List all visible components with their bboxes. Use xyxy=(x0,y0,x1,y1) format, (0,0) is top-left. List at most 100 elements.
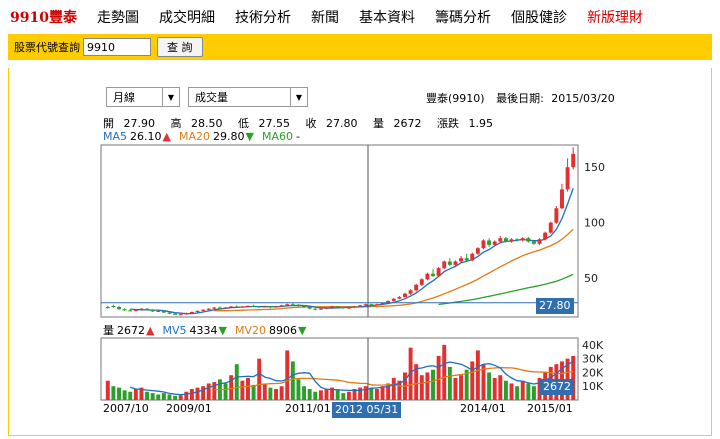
volume-axis-tick-0: 40K xyxy=(582,339,604,352)
volume-bar xyxy=(391,377,396,400)
volume-bar xyxy=(419,375,424,400)
candle-body xyxy=(548,222,553,233)
volume-axis-tick-2: 20K xyxy=(582,366,604,379)
volume-bar xyxy=(453,377,458,400)
volume-bar xyxy=(470,361,475,400)
candle-body xyxy=(531,241,536,244)
candle-body xyxy=(105,307,110,309)
volume-tag: 2672 xyxy=(540,379,574,395)
ma5-line xyxy=(130,188,574,315)
volume-bar xyxy=(206,383,211,400)
volume-bar xyxy=(475,350,480,400)
candle-body xyxy=(223,307,228,309)
candle-body xyxy=(520,238,525,241)
candle-body xyxy=(173,313,178,315)
candle-body xyxy=(475,248,480,254)
candle-body xyxy=(161,310,166,313)
candlestick-chart[interactable]: 150 100 50 40K30K20K10K xyxy=(0,0,720,439)
volume-bar xyxy=(520,380,525,400)
candle-body xyxy=(560,189,564,209)
candle-body xyxy=(290,304,295,306)
volume-bar xyxy=(509,383,514,400)
volume-bar xyxy=(341,393,346,400)
volume-bar xyxy=(307,388,312,400)
volume-bar xyxy=(459,375,464,400)
candle-body xyxy=(408,290,413,294)
candle-body xyxy=(234,306,239,308)
candle-body xyxy=(419,279,424,285)
volume-bar xyxy=(257,358,262,400)
candle-body xyxy=(150,309,155,312)
candle-body xyxy=(251,305,256,307)
volume-bar xyxy=(234,364,239,400)
candle-body xyxy=(201,309,206,311)
volume-bar xyxy=(302,386,307,400)
candle-body xyxy=(341,307,346,309)
volume-bar xyxy=(380,386,385,400)
volume-bar xyxy=(111,386,116,400)
volume-bar xyxy=(447,366,452,400)
volume-bar xyxy=(318,390,323,400)
x-label-3: 2014/01 xyxy=(460,402,506,415)
candle-body xyxy=(492,241,497,245)
volume-bar xyxy=(363,386,368,400)
candle-body xyxy=(565,167,570,190)
candle-body xyxy=(481,240,486,249)
volume-bar xyxy=(358,387,363,400)
candle-body xyxy=(431,273,435,276)
candle-body xyxy=(139,308,144,310)
x-label-1: 2009/01 xyxy=(166,402,212,415)
candle-body xyxy=(167,312,172,314)
volume-bar xyxy=(161,393,166,400)
candle-body xyxy=(229,306,234,308)
volume-bar xyxy=(178,395,183,400)
candle-body xyxy=(313,308,318,310)
volume-bar xyxy=(240,380,245,400)
candle-body xyxy=(212,307,217,309)
candle-body xyxy=(447,261,452,265)
candle-body xyxy=(346,307,351,309)
price-axis-tick-2: 50 xyxy=(584,272,598,285)
candle-body xyxy=(156,310,161,312)
volume-bar xyxy=(498,375,503,400)
volume-bar xyxy=(296,379,301,400)
candle-body xyxy=(285,304,290,306)
candle-body xyxy=(279,305,284,307)
volume-bar xyxy=(251,384,256,400)
volume-bar xyxy=(105,380,110,400)
volume-bar xyxy=(503,380,508,400)
candle-body xyxy=(369,304,374,306)
crosshair-date-tag: 2012 05/31 xyxy=(332,402,402,418)
volume-bar xyxy=(431,369,435,400)
candle-body xyxy=(257,306,262,308)
candle-body xyxy=(111,305,116,308)
volume-bar xyxy=(487,372,492,400)
volume-bar xyxy=(189,388,194,400)
volume-bar xyxy=(184,391,189,400)
volume-bar xyxy=(150,393,155,400)
volume-bar xyxy=(145,391,150,400)
candle-body xyxy=(324,307,329,309)
volume-bar xyxy=(324,388,329,400)
candle-body xyxy=(133,309,138,311)
candle-body xyxy=(403,293,407,298)
candle-body xyxy=(262,306,267,308)
candle-body xyxy=(374,304,379,306)
volume-bar xyxy=(290,361,295,400)
candle-body xyxy=(498,238,503,242)
price-tag: 27.80 xyxy=(536,298,574,314)
candle-body xyxy=(240,306,245,308)
candle-body xyxy=(296,304,301,306)
x-label-2: 2011/01 xyxy=(285,402,331,415)
volume-bar xyxy=(335,390,340,400)
volume-bar xyxy=(122,390,127,400)
candle-body xyxy=(442,261,447,269)
candle-body xyxy=(397,297,402,299)
volume-bar xyxy=(117,387,121,400)
candle-body xyxy=(543,232,548,240)
candle-body xyxy=(554,208,559,223)
volume-bar xyxy=(201,386,206,400)
candle-body xyxy=(318,308,323,310)
candle-body xyxy=(363,304,368,306)
candle-body xyxy=(414,284,419,291)
